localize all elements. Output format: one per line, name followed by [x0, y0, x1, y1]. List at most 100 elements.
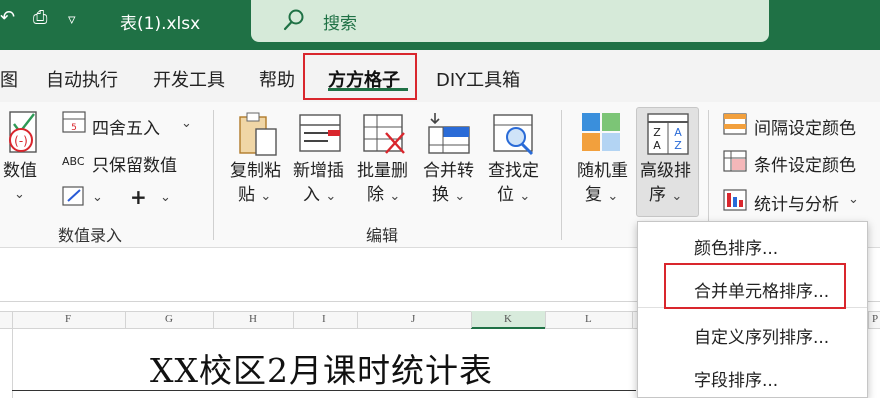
column-header-k[interactable]: K: [504, 313, 512, 325]
tab-highlight-box: [303, 53, 417, 100]
column-divider: [632, 312, 633, 328]
svg-text:Z: Z: [674, 139, 682, 152]
column-divider: [12, 312, 13, 328]
copy-paste-label: 复制粘: [230, 161, 281, 181]
column-divider: [545, 312, 546, 328]
insert-icon: [299, 114, 341, 152]
random-repeat-label-2: 复: [585, 185, 602, 205]
tab-automate[interactable]: 自动执行: [46, 66, 118, 92]
batch-delete-button[interactable]: 批量删: [357, 160, 408, 182]
column-divider: [125, 312, 126, 328]
menu-item-field-sort[interactable]: 字段排序...: [694, 366, 778, 391]
random-repeat-button-line2[interactable]: 复 ⌄: [585, 184, 618, 208]
chevron-down-icon[interactable]: ⌄: [181, 116, 192, 131]
chevron-down-icon[interactable]: ⌄: [848, 192, 859, 207]
svg-text:A: A: [674, 126, 682, 139]
advanced-sort-icon: Z A A Z: [647, 113, 689, 155]
group-separator: [561, 110, 562, 240]
column-divider: [868, 312, 869, 328]
insert-label: 新增插: [293, 161, 344, 181]
find-locate-label: 查找定: [488, 161, 539, 181]
merge-convert-icon: [428, 113, 470, 154]
cell-border: [12, 390, 636, 391]
menu-item-highlight-box: [664, 263, 846, 309]
column-header-p[interactable]: P: [872, 313, 878, 325]
sheet-title-cell[interactable]: XX校区2月课时统计表: [150, 344, 493, 392]
random-repeat-button[interactable]: 随机重: [577, 160, 628, 182]
insert-button[interactable]: 新增插: [293, 160, 344, 182]
merge-convert-label: 合并转: [423, 161, 474, 181]
batch-delete-button-line2[interactable]: 除 ⌄: [367, 184, 400, 208]
svg-text:Z: Z: [653, 126, 661, 139]
copy-paste-button[interactable]: 复制粘: [230, 160, 281, 182]
interval-color-button[interactable]: 间隔设定颜色: [754, 114, 856, 139]
form-icon: [62, 186, 84, 206]
column-header-g[interactable]: G: [165, 313, 173, 325]
copy-paste-label-2: 贴: [238, 185, 255, 205]
svg-text:5: 5: [71, 123, 77, 133]
numeric-icon: (-): [9, 111, 37, 153]
merge-convert-label-2: 换: [432, 185, 449, 205]
stats-analysis-button[interactable]: 统计与分析: [754, 190, 839, 215]
column-header-f[interactable]: F: [65, 313, 71, 325]
column-header-i[interactable]: I: [322, 313, 326, 325]
plus-icon[interactable]: +: [130, 185, 147, 209]
merge-convert-button[interactable]: 合并转: [423, 160, 474, 182]
column-divider: [213, 312, 214, 328]
round-button[interactable]: 四舍五入: [92, 114, 160, 139]
copy-paste-icon: [239, 112, 277, 156]
abc-icon: ABC: [62, 155, 85, 168]
chevron-down-icon[interactable]: ⌄: [92, 190, 103, 205]
batch-delete-icon: [363, 114, 405, 154]
column-divider: [293, 312, 294, 328]
group-label-numeric: 数值录入: [58, 226, 123, 245]
tab-view[interactable]: 图: [0, 66, 18, 92]
tab-help[interactable]: 帮助: [259, 66, 295, 92]
advanced-sort-label-2: 序: [649, 185, 666, 205]
file-icon[interactable]: ⎙: [33, 8, 47, 28]
random-repeat-icon: [582, 113, 620, 151]
advanced-sort-menu: 颜色排序... 合并单元格排序... 自定义序列排序... 字段排序...: [637, 221, 868, 398]
advanced-sort-button-line2[interactable]: 序 ⌄: [649, 184, 682, 208]
search-input[interactable]: 搜索: [323, 9, 357, 34]
insert-button-line2[interactable]: 入 ⌄: [303, 184, 336, 208]
column-header-h[interactable]: H: [249, 313, 257, 325]
svg-text:A: A: [653, 139, 661, 152]
customize-toolbar-icon[interactable]: ▿: [68, 9, 76, 29]
advanced-sort-label: 高级排: [640, 161, 691, 181]
batch-delete-label: 批量删: [357, 161, 408, 181]
batch-delete-label-2: 除: [367, 185, 384, 205]
advanced-sort-button[interactable]: 高级排: [640, 160, 691, 182]
search-icon: [283, 9, 304, 31]
find-locate-button[interactable]: 查找定: [488, 160, 539, 182]
column-divider: [471, 312, 472, 328]
undo-icon[interactable]: ↶: [0, 8, 15, 28]
merge-convert-button-line2[interactable]: 换 ⌄: [432, 184, 465, 208]
svg-text:(-): (-): [14, 134, 28, 148]
chevron-down-icon[interactable]: ⌄: [160, 190, 171, 205]
copy-paste-button-line2[interactable]: 贴 ⌄: [238, 184, 271, 208]
column-header-j[interactable]: J: [411, 313, 415, 325]
interval-color-icon: [723, 113, 747, 135]
random-repeat-label: 随机重: [577, 161, 628, 181]
tab-diy-toolbox[interactable]: DIY工具箱: [436, 66, 520, 92]
stats-analysis-icon: [723, 189, 747, 211]
chevron-down-icon[interactable]: ⌄: [14, 184, 25, 206]
column-header-l[interactable]: L: [585, 313, 592, 325]
tab-developer[interactable]: 开发工具: [153, 66, 225, 92]
conditional-color-button[interactable]: 条件设定颜色: [754, 151, 856, 176]
numeric-button[interactable]: 数值: [3, 160, 37, 182]
group-label-edit: 编辑: [366, 226, 399, 245]
menu-item-color-sort[interactable]: 颜色排序...: [694, 234, 778, 259]
group-separator: [213, 110, 214, 240]
find-locate-button-line2[interactable]: 位 ⌄: [497, 184, 530, 208]
menu-item-custom-sequence-sort[interactable]: 自定义序列排序...: [694, 323, 829, 348]
file-name: 表(1).xlsx: [120, 14, 201, 34]
find-locate-icon: [493, 114, 534, 156]
find-locate-label-2: 位: [497, 185, 514, 205]
column-divider: [357, 312, 358, 328]
insert-label-2: 入: [303, 185, 320, 205]
keep-numbers-button[interactable]: 只保留数值: [92, 151, 177, 176]
row-divider: [12, 329, 13, 398]
round-icon: 5: [62, 111, 86, 133]
